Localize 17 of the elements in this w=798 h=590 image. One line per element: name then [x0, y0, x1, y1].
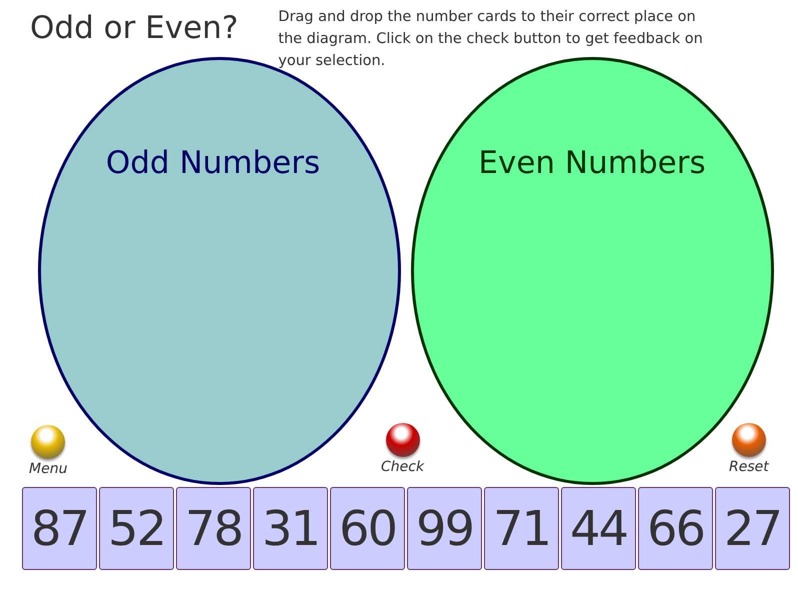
number-card[interactable]: 27 — [715, 487, 790, 570]
number-card[interactable]: 52 — [99, 487, 174, 570]
round-button[interactable]: Menu — [29, 425, 68, 477]
number-card[interactable]: 99 — [407, 487, 482, 570]
number-card[interactable]: 31 — [253, 487, 328, 570]
instructions-text: Drag and drop the number cards to their correct place on the diagram. Click on the check button to get feedback on your selection. — [278, 8, 704, 71]
number-card[interactable]: 78 — [176, 487, 251, 570]
number-card[interactable]: 71 — [484, 487, 559, 570]
round-button[interactable]: Check — [381, 423, 424, 475]
number-card[interactable]: 87 — [22, 487, 97, 570]
page-title: Odd or Even? — [30, 9, 238, 48]
number-card[interactable]: 44 — [561, 487, 636, 570]
round-button[interactable]: Reset — [729, 423, 769, 475]
set-label: Odd Numbers — [104, 145, 322, 181]
set-label: Even Numbers — [477, 145, 707, 181]
number-card[interactable]: 60 — [330, 487, 405, 570]
number-card[interactable]: 66 — [638, 487, 713, 570]
